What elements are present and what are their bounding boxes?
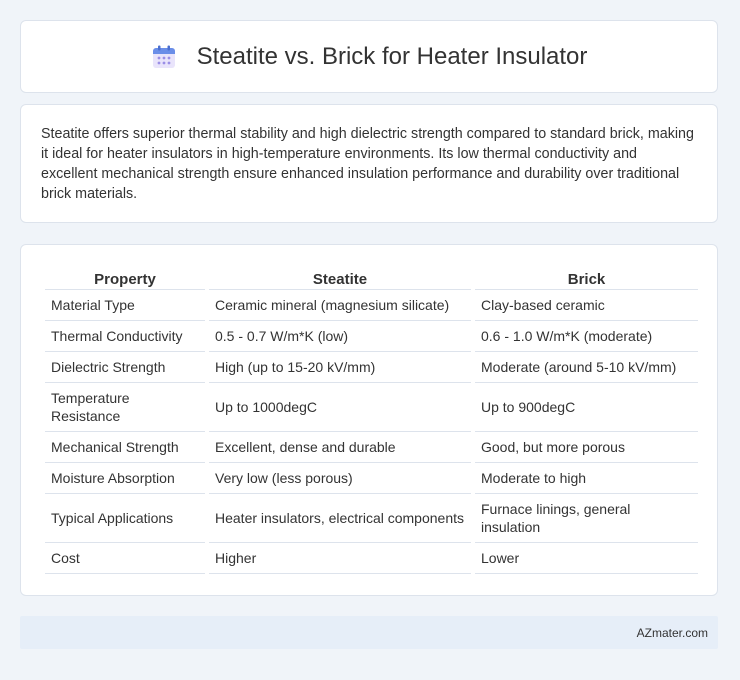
steatite-cell: 0.5 - 0.7 W/m*K (low) (205, 320, 473, 352)
summary-text: Steatite offers superior thermal stabili… (41, 126, 694, 202)
column-header-property: Property (45, 267, 207, 290)
brick-cell: Moderate (around 5-10 kV/mm) (471, 351, 698, 383)
brick-cell: 0.6 - 1.0 W/m*K (moderate) (471, 320, 698, 352)
property-cell: Typical Applications (45, 493, 207, 543)
table-row: Typical Applications Heater insulators, … (45, 493, 698, 543)
brick-cell: Up to 900degC (471, 382, 698, 432)
table-row: Temperature Resistance Up to 1000degC Up… (45, 382, 698, 432)
property-cell: Dielectric Strength (45, 351, 207, 383)
comparison-table-card: Property Steatite Brick Material Type Ce… (20, 244, 718, 596)
brick-cell: Clay-based ceramic (471, 289, 698, 321)
table-row: Moisture Absorption Very low (less porou… (45, 462, 698, 494)
steatite-cell: Excellent, dense and durable (205, 431, 473, 463)
table-row: Thermal Conductivity 0.5 - 0.7 W/m*K (lo… (45, 320, 698, 352)
property-cell: Cost (45, 542, 207, 574)
table-row: Cost Higher Lower (45, 542, 698, 574)
table-header-row: Property Steatite Brick (45, 267, 698, 290)
table-row: Material Type Ceramic mineral (magnesium… (45, 289, 698, 321)
property-cell: Mechanical Strength (45, 431, 207, 463)
steatite-cell: Ceramic mineral (magnesium silicate) (205, 289, 473, 321)
steatite-cell: High (up to 15-20 kV/mm) (205, 351, 473, 383)
summary-card: Steatite offers superior thermal stabili… (20, 104, 718, 223)
column-header-steatite: Steatite (205, 267, 473, 290)
brick-cell: Good, but more porous (471, 431, 698, 463)
property-cell: Moisture Absorption (45, 462, 207, 494)
brick-cell: Lower (471, 542, 698, 574)
footer-site-link[interactable]: AZmater.com (637, 626, 708, 640)
table-row: Dielectric Strength High (up to 15-20 kV… (45, 351, 698, 383)
brick-cell: Furnace linings, general insulation (471, 493, 698, 543)
property-cell: Thermal Conductivity (45, 320, 207, 352)
brick-cell: Moderate to high (471, 462, 698, 494)
steatite-cell: Higher (205, 542, 473, 574)
table-row: Mechanical Strength Excellent, dense and… (45, 431, 698, 463)
calendar-icon (151, 44, 177, 70)
steatite-cell: Heater insulators, electrical components (205, 493, 473, 543)
property-cell: Material Type (45, 289, 207, 321)
column-header-brick: Brick (471, 267, 698, 290)
steatite-cell: Up to 1000degC (205, 382, 473, 432)
footer-bar: AZmater.com (20, 616, 718, 649)
page-title: Steatite vs. Brick for Heater Insulator (196, 42, 588, 70)
steatite-cell: Very low (less porous) (205, 462, 473, 494)
title-card: Steatite vs. Brick for Heater Insulator (20, 20, 718, 93)
property-cell: Temperature Resistance (45, 382, 207, 432)
comparison-table: Property Steatite Brick Material Type Ce… (45, 267, 698, 574)
